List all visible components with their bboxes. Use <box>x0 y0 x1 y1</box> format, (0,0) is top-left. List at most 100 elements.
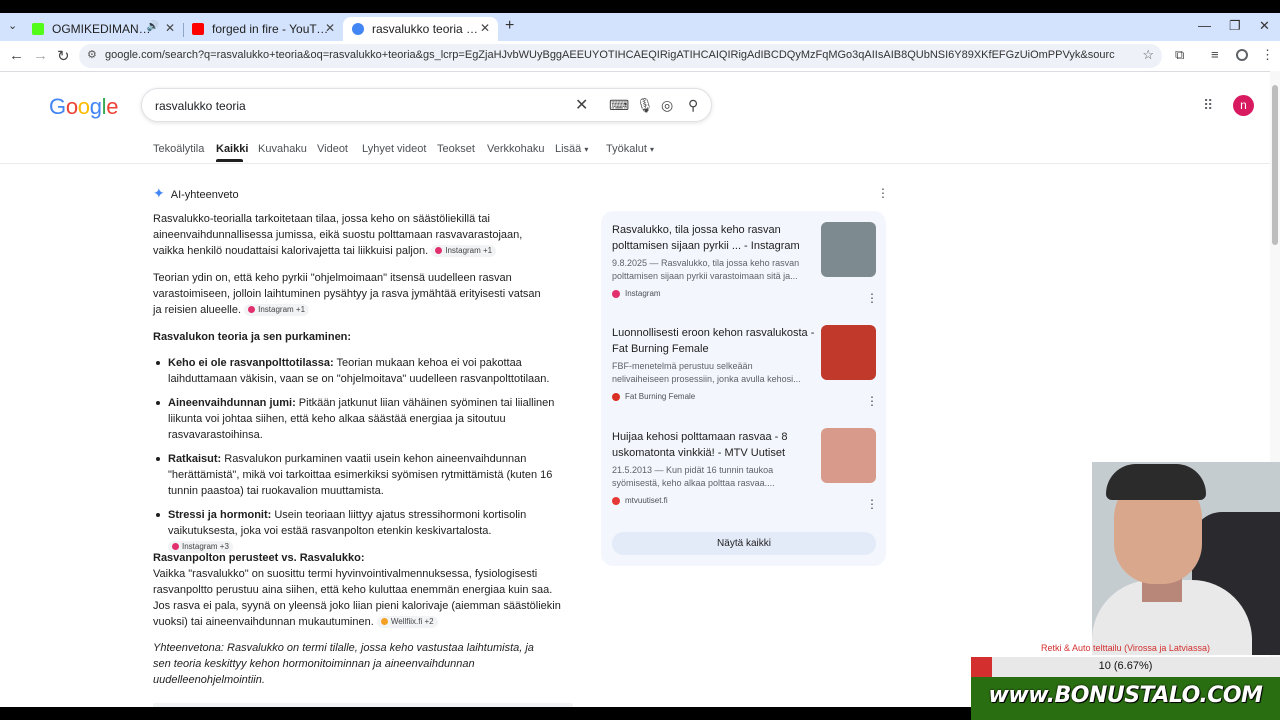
reload-icon[interactable]: ↻ <box>57 47 70 65</box>
kick-favicon-icon <box>32 23 44 35</box>
source-site-name: Instagram <box>625 289 661 298</box>
tab-short-videos[interactable]: Lyhyet videot <box>362 143 426 155</box>
ai-paragraph-2: Teorian ydin on, että keho pyrkii "ohjel… <box>153 270 548 318</box>
close-window-icon[interactable]: ✕ <box>1259 18 1270 34</box>
sponsor-banner: www.BONUSTALO.COM <box>971 677 1280 720</box>
search-box[interactable]: rasvalukko teoria ✕ ⌨ 🎙 ◎ ⚲ <box>141 88 712 122</box>
tab-kick-stream[interactable]: OGMIKEDIMANE Stream - • 🔊 ✕ <box>23 17 183 41</box>
tab-tools-label: Työkalut <box>606 143 647 155</box>
extensions-icon[interactable]: ⧉ <box>1175 47 1184 63</box>
ai-bullet: Keho ei ole rasvanpolttotilassa: Teorian… <box>156 355 558 387</box>
ai-paragraph-1: Rasvalukko-teorialla tarkoitetaan tilaa,… <box>153 211 553 259</box>
tab-search-icon[interactable]: ⌄ <box>8 19 17 32</box>
source-menu-icon[interactable]: ⋮ <box>866 291 878 305</box>
sponsor-banner-text: www.BONUSTALO.COM <box>988 683 1263 708</box>
account-avatar[interactable]: n <box>1233 95 1254 116</box>
close-tab-icon[interactable]: ✕ <box>165 21 175 35</box>
ai-paragraph-2-text: Teorian ydin on, että keho pyrkii "ohjel… <box>153 272 541 316</box>
chevron-down-icon: ▾ <box>584 145 589 154</box>
citation-label: Wellfiix.fi +2 <box>390 617 434 627</box>
bookmark-star-icon[interactable]: ☆ <box>1142 47 1154 63</box>
citation-chip[interactable]: Instagram +1 <box>244 304 310 317</box>
wellfiix-icon <box>380 618 388 626</box>
webcam-headphones <box>1106 464 1206 500</box>
source-description: 9.8.2025 — Rasvalukko, tila jossa keho r… <box>612 258 800 281</box>
maximize-icon[interactable]: ❐ <box>1229 18 1241 34</box>
search-icon[interactable]: ⚲ <box>688 97 698 114</box>
keyboard-icon[interactable]: ⌨ <box>609 97 629 114</box>
source-site: Instagram <box>612 289 882 298</box>
source-site-name: Fat Burning Female <box>625 392 696 401</box>
tab-tools[interactable]: Työkalut ▾ <box>606 143 654 155</box>
browser-tab-bar: ⌄ OGMIKEDIMANE Stream - • 🔊 ✕ forged in … <box>0 13 1280 41</box>
scrollbar-thumb[interactable] <box>1272 85 1278 245</box>
header-divider <box>0 163 1270 164</box>
instagram-icon <box>435 247 443 255</box>
source-menu-icon[interactable]: ⋮ <box>866 497 878 511</box>
media-controls-icon[interactable]: ≡ <box>1211 47 1219 62</box>
url-text: google.com/search?q=rasvalukko+teoria&oq… <box>105 49 1115 61</box>
show-all-button[interactable]: Näytä kaikki <box>612 532 876 555</box>
citation-chip[interactable]: Wellfiix.fi +2 <box>376 616 438 629</box>
ai-overview-header: ✦ AI-yhteenveto <box>153 185 239 202</box>
tab-youtube[interactable]: forged in fire - YouTube ✕ <box>183 17 343 41</box>
minimize-icon[interactable]: — <box>1198 18 1211 33</box>
citation-label: Instagram +1 <box>445 246 493 256</box>
youtube-favicon-icon <box>192 23 204 35</box>
source-thumbnail[interactable] <box>821 428 876 483</box>
close-tab-icon[interactable]: ✕ <box>480 21 490 35</box>
forward-icon[interactable]: → <box>33 47 48 64</box>
source-thumbnail[interactable] <box>821 325 876 380</box>
close-tab-icon[interactable]: ✕ <box>325 21 335 35</box>
source-site-name: mtvuutiset.fi <box>625 496 668 505</box>
google-apps-icon[interactable]: ⠿ <box>1203 97 1213 114</box>
tab-title: forged in fire - YouTube <box>212 22 332 36</box>
tab-images[interactable]: Kuvahaku <box>258 143 307 155</box>
browser-menu-icon[interactable]: ⋮ <box>1261 47 1274 63</box>
source-title[interactable]: Huijaa kehosi polttamaan rasvaa - 8 usko… <box>612 429 817 461</box>
screen-bottom-border <box>0 707 971 720</box>
source-title[interactable]: Rasvalukko, tila jossa keho rasvan poltt… <box>612 222 817 254</box>
google-logo-letter: e <box>106 94 119 119</box>
site-info-icon[interactable]: ⚙ <box>87 48 97 61</box>
bullet-heading: Stressi ja hormonit: <box>168 509 272 521</box>
google-logo[interactable]: Google <box>49 94 118 120</box>
google-logo-text: Google <box>49 94 118 119</box>
tab-videos[interactable]: Videot <box>317 143 348 155</box>
ai-paragraph-3: Vaikka "rasvalukko" on suosittu termi hy… <box>153 566 571 630</box>
profile-icon[interactable] <box>1236 49 1248 61</box>
source-description: FBF-menetelmä perustuu selkeään nelivaih… <box>612 361 801 384</box>
citation-chip[interactable]: Instagram +1 <box>431 245 497 258</box>
ai-sparkle-icon: ✦ <box>153 185 165 201</box>
tab-title: OGMIKEDIMANE Stream - • <box>52 22 157 36</box>
goal-progress-text: 10 (6.67%) <box>1098 660 1153 672</box>
clear-search-icon[interactable]: ✕ <box>575 95 588 115</box>
source-menu-icon[interactable]: ⋮ <box>866 394 878 408</box>
mtv-icon <box>612 496 620 505</box>
bullet-text: Rasvalukon purkaminen vaatii usein kehon… <box>168 453 553 497</box>
ai-summary: Yhteenvetona: Rasvalukko on termi tilall… <box>153 642 534 686</box>
screen-top-border <box>0 0 1280 13</box>
lens-icon[interactable]: ◎ <box>661 97 673 114</box>
tab-more[interactable]: Lisää ▾ <box>555 143 588 155</box>
back-icon[interactable]: ← <box>9 47 24 64</box>
tab-google-search[interactable]: rasvalukko teoria - Google-hai ✕ <box>343 17 498 41</box>
instagram-icon <box>612 289 620 298</box>
chevron-down-icon: ▾ <box>650 145 655 154</box>
address-bar[interactable]: ⚙ google.com/search?q=rasvalukko+teoria&… <box>79 44 1162 68</box>
source-description: 21.5.2013 — Kun pidät 16 tunnin taukoa s… <box>612 465 775 488</box>
voice-search-icon[interactable]: 🎙 <box>636 97 654 114</box>
source-thumbnail[interactable] <box>821 222 876 277</box>
speaker-icon[interactable]: 🔊 <box>147 21 159 32</box>
search-input[interactable]: rasvalukko teoria <box>155 99 246 113</box>
tab-web[interactable]: Verkkohaku <box>487 143 544 155</box>
ai-overview-menu-icon[interactable]: ⋮ <box>877 186 889 200</box>
tab-ai-mode[interactable]: Tekoälytila <box>153 143 204 155</box>
ai-bullet: Ratkaisut: Rasvalukon purkaminen vaatii … <box>156 451 558 499</box>
tab-all[interactable]: Kaikki <box>216 143 248 155</box>
bullet-heading: Ratkaisut: <box>168 453 222 465</box>
goal-progress-bar: 10 (6.67%) <box>971 657 1280 677</box>
new-tab-icon[interactable]: + <box>505 17 514 35</box>
tab-books[interactable]: Teokset <box>437 143 475 155</box>
source-title[interactable]: Luonnollisesti eroon kehon rasvalukosta … <box>612 325 817 357</box>
